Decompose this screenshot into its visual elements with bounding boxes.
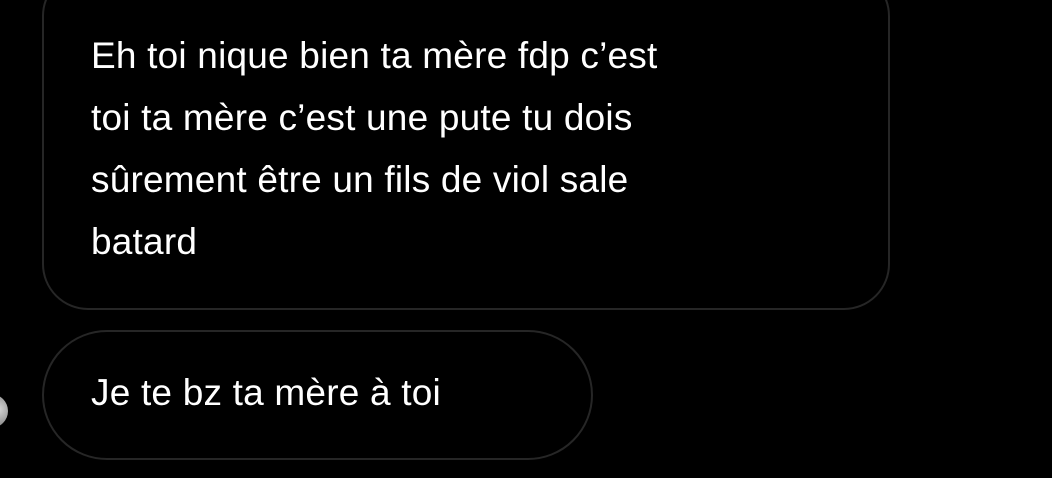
- sender-avatar[interactable]: [0, 394, 8, 428]
- message-thread: Eh toi nique bien ta mère fdp c’est toi …: [0, 0, 1052, 478]
- message-text: Je te bz ta mère à toi: [91, 372, 441, 413]
- message-bubble[interactable]: Je te bz ta mère à toi: [42, 330, 593, 460]
- message-text: Eh toi nique bien ta mère fdp c’est toi …: [91, 35, 658, 262]
- message-bubble[interactable]: Eh toi nique bien ta mère fdp c’est toi …: [42, 0, 890, 310]
